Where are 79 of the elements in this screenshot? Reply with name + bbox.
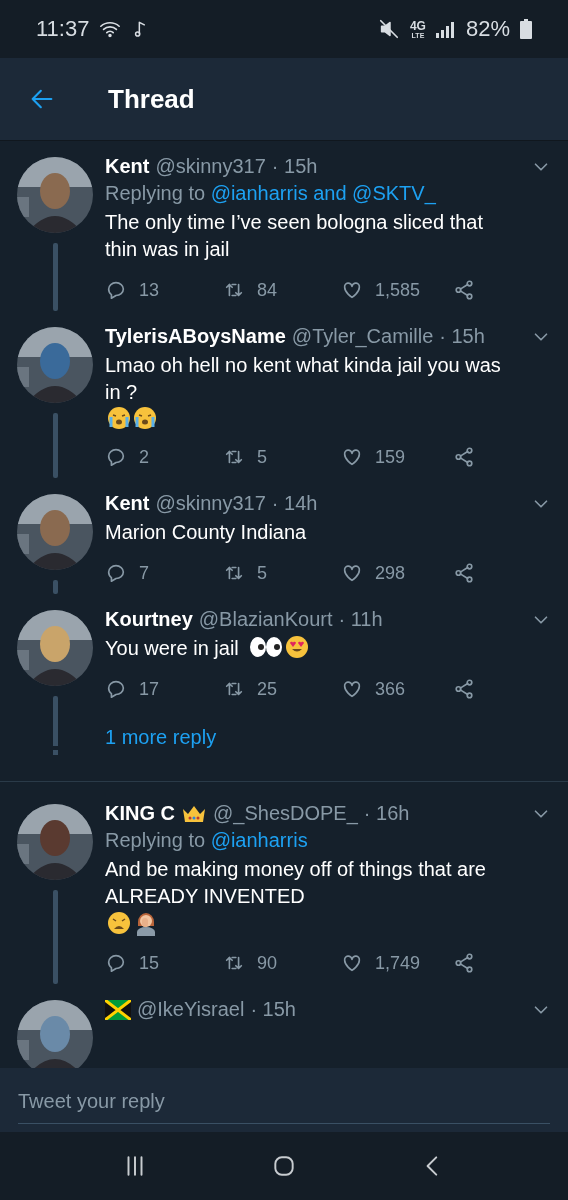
- more-replies-link[interactable]: 1 more reply: [105, 726, 217, 749]
- tweet-text: Marion County Indiana: [105, 520, 307, 545]
- crying-face-icon: [133, 406, 157, 430]
- like-button[interactable]: 1,585: [341, 279, 453, 301]
- home-icon: [271, 1153, 297, 1179]
- heart-icon: [341, 952, 363, 974]
- share-button[interactable]: [453, 279, 475, 301]
- retweet-button[interactable]: 5: [223, 562, 341, 584]
- tweet-time: · 15h: [271, 155, 318, 178]
- share-button[interactable]: [453, 678, 475, 700]
- user-handle: @BlazianKourt: [198, 608, 333, 631]
- like-button[interactable]: 1,749: [341, 952, 453, 974]
- user-name: KING C: [105, 802, 175, 825]
- tweet-time: · 15h: [250, 998, 296, 1021]
- like-button[interactable]: 159: [341, 446, 453, 468]
- crying-face-icon: [107, 406, 131, 430]
- replying-to-label: Replying to: [105, 182, 206, 204]
- reply-bubble-icon: [105, 562, 127, 584]
- share-icon: [453, 562, 475, 584]
- heart-icon: [341, 678, 363, 700]
- tweet-text: Lmao oh hell no kent what kinda jail you was in ?: [105, 353, 502, 405]
- share-button[interactable]: [453, 562, 475, 584]
- weary-face-icon: [107, 911, 131, 935]
- reply-bubble-icon: [105, 678, 127, 700]
- user-name: Kent: [105, 155, 150, 178]
- reply-button[interactable]: 7: [105, 562, 223, 584]
- user-handle: @_ShesDOPE_: [213, 802, 358, 825]
- network-type: 4G: [409, 19, 426, 32]
- share-icon: [453, 678, 475, 700]
- user-handle: @skinny317: [155, 492, 266, 515]
- user-handle: @skinny317: [155, 155, 266, 178]
- heart-eyes-face-icon: [284, 635, 309, 659]
- share-icon: [453, 446, 475, 468]
- eyes-icon: [248, 635, 283, 659]
- clock: 11:37: [36, 16, 90, 42]
- tweet-text: And be making money off of things that are ALREADY INVENTED: [105, 857, 487, 909]
- facepalm-person-icon: [135, 910, 157, 936]
- share-button[interactable]: [453, 952, 475, 974]
- battery-percent: 82%: [465, 16, 510, 42]
- reply-field[interactable]: Tweet your reply: [0, 1068, 568, 1132]
- user-name: Kent: [105, 492, 150, 515]
- heart-icon: [341, 279, 363, 301]
- like-button[interactable]: 298: [341, 562, 453, 584]
- retweet-button[interactable]: 84: [223, 279, 341, 301]
- tweet-time: · 14h: [271, 492, 318, 515]
- mention-link[interactable]: @ianharris: [210, 829, 308, 851]
- reply-bubble-icon: [105, 279, 127, 301]
- reply-button[interactable]: 2: [105, 446, 223, 468]
- heart-icon: [341, 446, 363, 468]
- mute-icon: [377, 18, 400, 40]
- reply-bubble-icon: [105, 952, 127, 974]
- user-name: TylerisABoysName: [105, 325, 286, 348]
- tweet-time: · 11h: [338, 608, 383, 631]
- retweet-button[interactable]: 90: [223, 952, 341, 974]
- retweet-button[interactable]: 5: [223, 446, 341, 468]
- signal-icon: [435, 20, 456, 38]
- replying-to-label: Replying to: [105, 829, 206, 851]
- reply-input-field[interactable]: Tweet your reply: [18, 1076, 550, 1124]
- tweet-text: The only time I’ve seen bologna sliced that thin was in jail: [105, 210, 484, 262]
- tweet-time: · 16h: [363, 802, 410, 825]
- reply-bubble-icon: [105, 446, 127, 468]
- reply-button[interactable]: 13: [105, 279, 223, 301]
- share-icon: [453, 952, 475, 974]
- reply-button[interactable]: 15: [105, 952, 223, 974]
- tweet-text: You were in jail: [105, 636, 239, 661]
- heart-icon: [341, 562, 363, 584]
- battery-icon: [520, 19, 532, 39]
- share-icon: [453, 279, 475, 301]
- user-handle: @IkeYisrael: [137, 998, 245, 1021]
- tweet-time: · 15h: [439, 325, 485, 348]
- reply-button[interactable]: 17: [105, 678, 223, 700]
- user-handle: @Tyler_Camille: [291, 325, 434, 348]
- like-button[interactable]: 366: [341, 678, 453, 700]
- mention-link[interactable]: @ianharris and @SKTV_: [210, 182, 436, 204]
- flag-icon: [105, 999, 131, 1020]
- retweet-button[interactable]: 25: [223, 678, 341, 700]
- page-title: Thread: [108, 83, 195, 115]
- share-button[interactable]: [453, 446, 475, 468]
- user-name: Kourtney: [105, 608, 193, 631]
